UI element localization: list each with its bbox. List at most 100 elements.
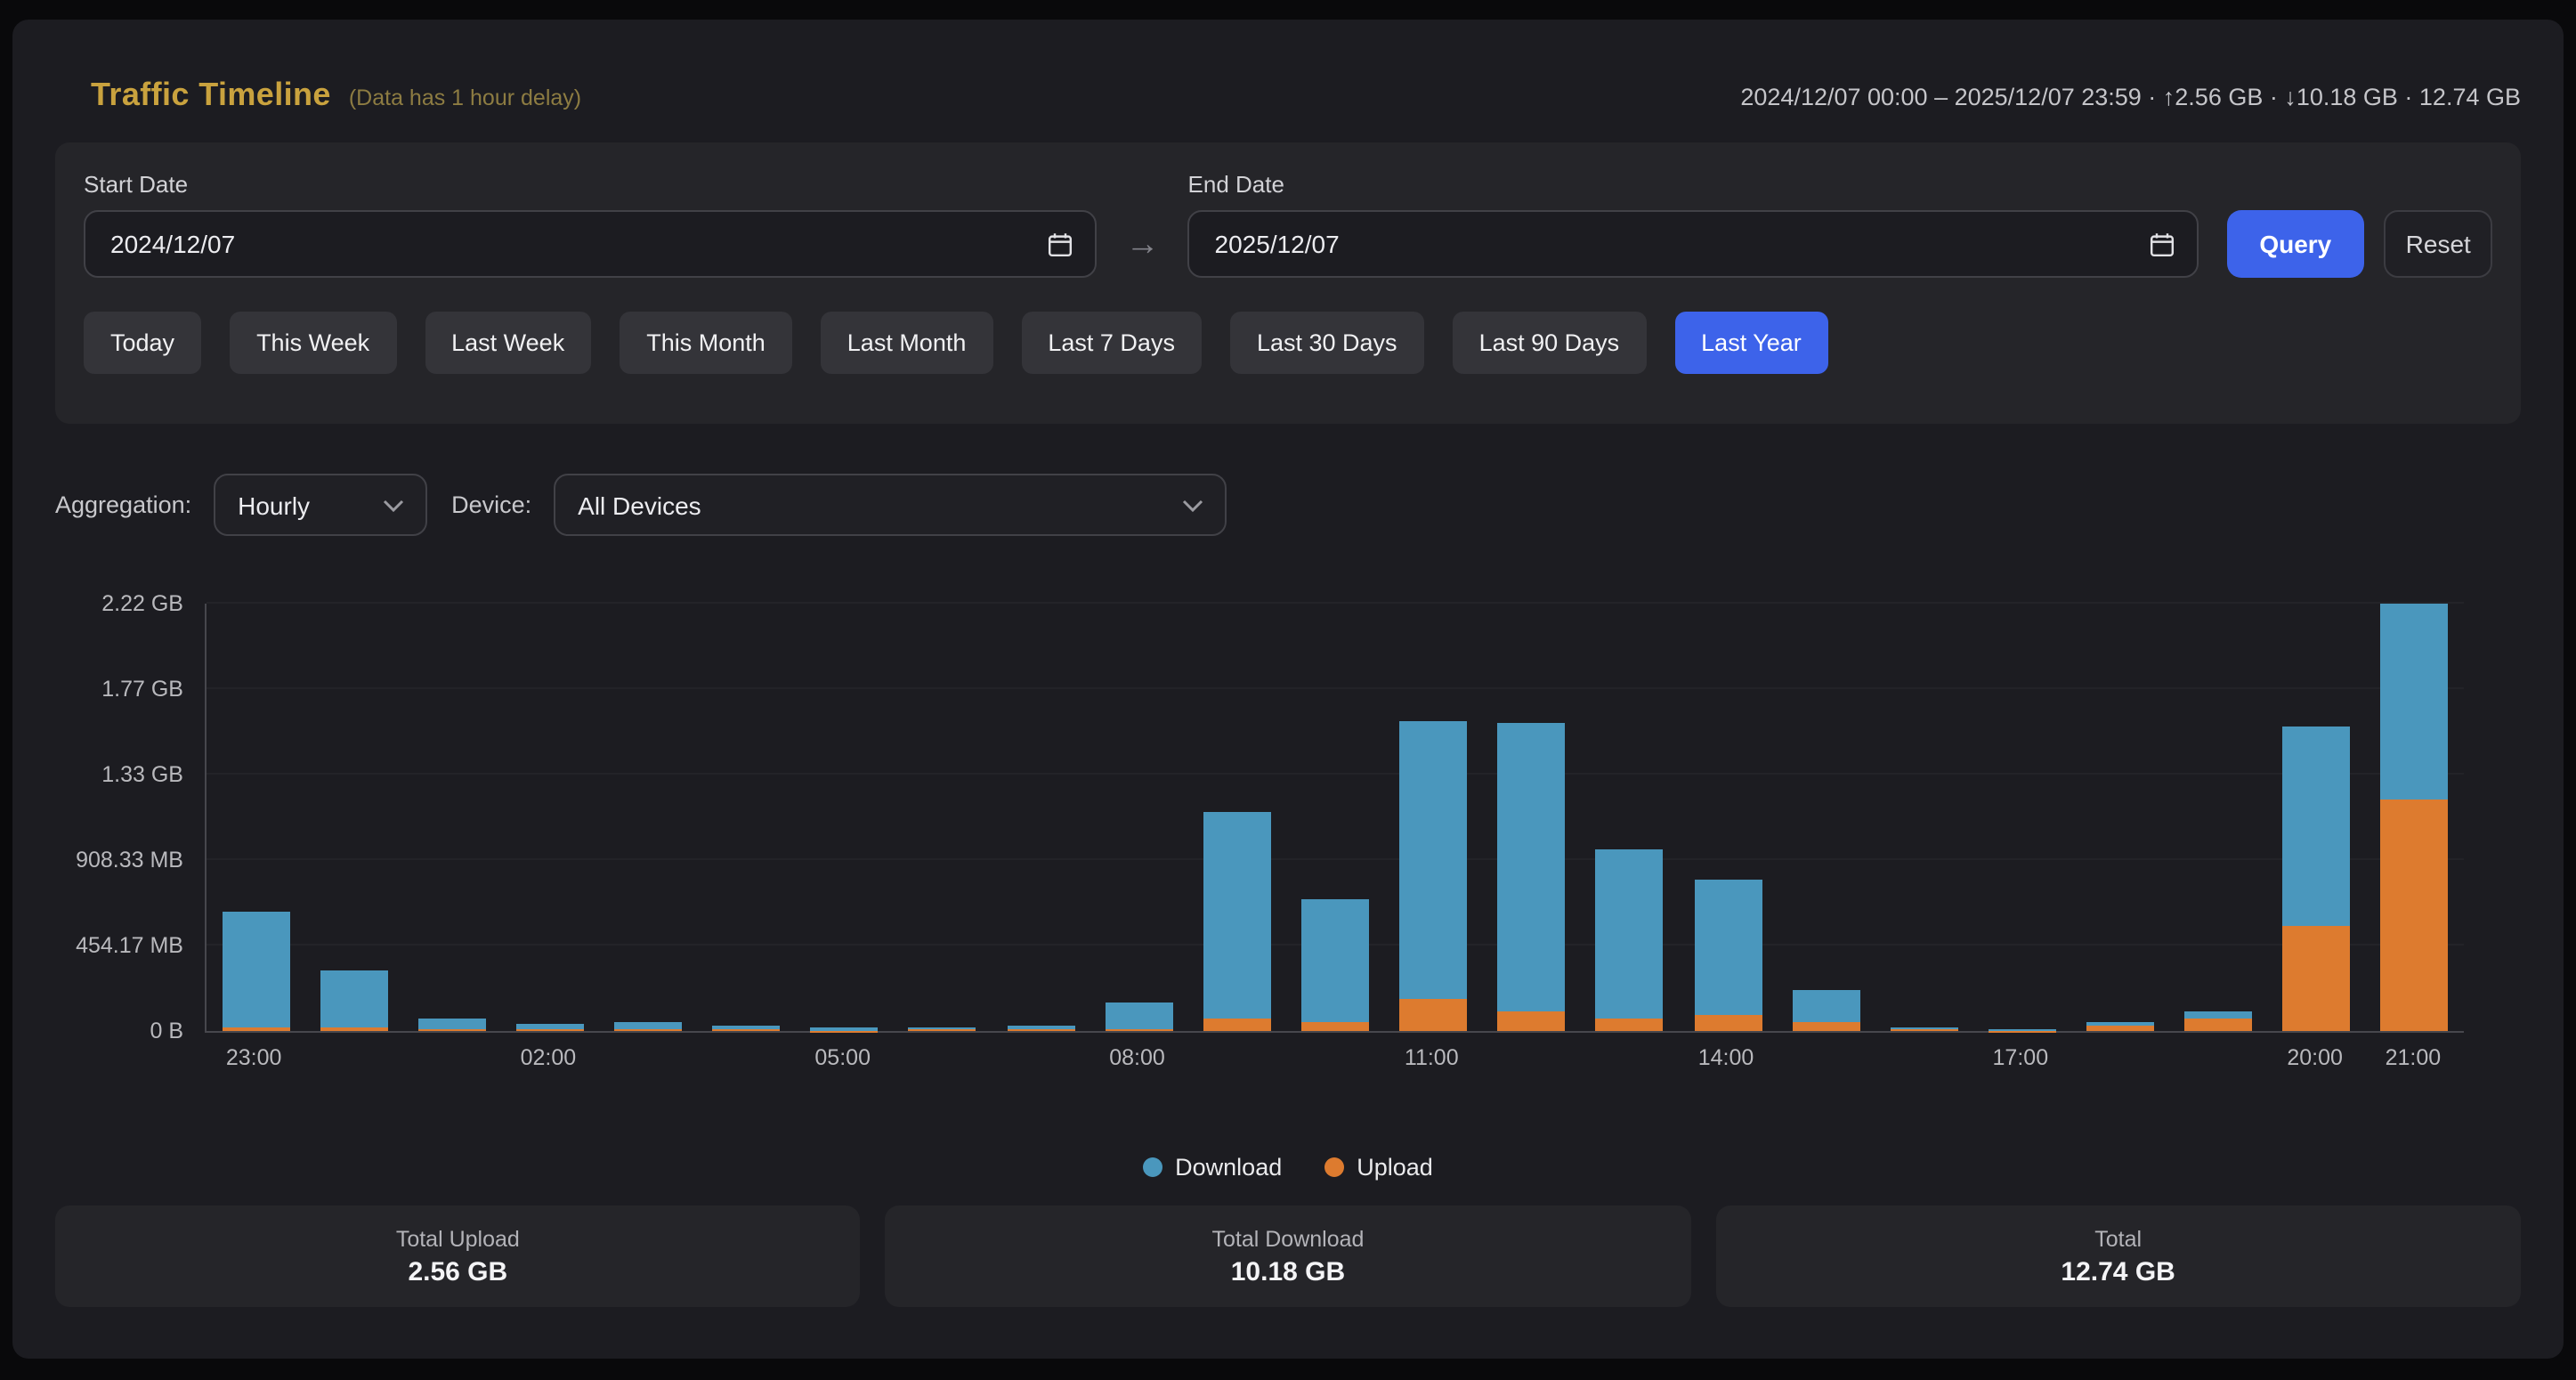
upload-segment bbox=[909, 1030, 976, 1031]
calendar-icon[interactable] bbox=[2148, 231, 2175, 257]
card-value: 10.18 GB bbox=[1231, 1256, 1345, 1287]
calendar-icon[interactable] bbox=[1048, 231, 1074, 257]
total-upload-card: Total Upload 2.56 GB bbox=[55, 1205, 861, 1307]
upload-segment bbox=[418, 1029, 486, 1031]
legend-swatch bbox=[1324, 1157, 1344, 1176]
download-segment bbox=[418, 1018, 486, 1029]
upload-segment bbox=[2086, 1025, 2154, 1031]
bar-18:00[interactable] bbox=[2086, 1023, 2154, 1031]
x-tick-label: 20:00 bbox=[2287, 1045, 2343, 1070]
bar-23:00[interactable] bbox=[222, 911, 289, 1031]
upload-segment bbox=[2184, 1019, 2252, 1031]
download-segment bbox=[1498, 722, 1566, 1012]
bar-07:00[interactable] bbox=[1007, 1027, 1074, 1031]
plot-area bbox=[205, 604, 2464, 1033]
header: Traffic Timeline (Data has 1 hour delay)… bbox=[55, 20, 2521, 114]
bar-12:00[interactable] bbox=[1498, 722, 1566, 1031]
bar-00:00[interactable] bbox=[320, 970, 387, 1031]
upload-segment bbox=[1007, 1030, 1074, 1031]
legend-item-upload[interactable]: Upload bbox=[1324, 1153, 1433, 1180]
arrow-right-icon: → bbox=[1126, 228, 1160, 262]
bar-04:00[interactable] bbox=[712, 1027, 780, 1031]
download-segment bbox=[1792, 990, 1859, 1023]
upload-segment bbox=[1498, 1012, 1566, 1031]
bar-19:00[interactable] bbox=[2184, 1011, 2252, 1031]
bar-13:00[interactable] bbox=[1596, 849, 1664, 1031]
quick-range-button-last-year[interactable]: Last Year bbox=[1674, 312, 1828, 374]
total-card: Total 12.74 GB bbox=[1715, 1205, 2521, 1307]
bar-21:00[interactable] bbox=[2381, 604, 2449, 1031]
start-date-field: Start Date 2024/12/07 bbox=[84, 171, 1098, 278]
start-date-input[interactable]: 2024/12/07 bbox=[84, 210, 1098, 278]
quick-range-button-last-90-days[interactable]: Last 90 Days bbox=[1453, 312, 1647, 374]
quick-range-button-this-month[interactable]: This Month bbox=[620, 312, 792, 374]
download-segment bbox=[1399, 720, 1467, 999]
legend-item-download[interactable]: Download bbox=[1143, 1153, 1282, 1180]
end-date-label: End Date bbox=[1188, 171, 2199, 198]
bar-14:00[interactable] bbox=[1694, 880, 1762, 1031]
quick-range-button-last-month[interactable]: Last Month bbox=[821, 312, 993, 374]
bar-06:00[interactable] bbox=[909, 1027, 976, 1031]
quick-range-button-today[interactable]: Today bbox=[84, 312, 201, 374]
chevron-down-icon bbox=[1181, 498, 1203, 512]
quick-range-button-last-week[interactable]: Last Week bbox=[425, 312, 591, 374]
end-date-field: End Date 2025/12/07 bbox=[1188, 171, 2199, 278]
gridline bbox=[207, 858, 2464, 860]
bar-02:00[interactable] bbox=[516, 1024, 584, 1031]
query-button[interactable]: Query bbox=[2226, 210, 2364, 278]
bar-09:00[interactable] bbox=[1203, 812, 1271, 1031]
bar-20:00[interactable] bbox=[2283, 727, 2351, 1031]
device-select[interactable]: All Devices bbox=[553, 474, 1226, 536]
x-tick-label: 17:00 bbox=[1993, 1045, 2049, 1070]
download-segment bbox=[2184, 1011, 2252, 1019]
bar-05:00[interactable] bbox=[811, 1027, 879, 1031]
quick-range-button-this-week[interactable]: This Week bbox=[230, 312, 396, 374]
page: Traffic Timeline (Data has 1 hour delay)… bbox=[0, 0, 2576, 1380]
upload-segment bbox=[1105, 1029, 1172, 1031]
download-segment bbox=[2283, 727, 2351, 926]
aggregation-select[interactable]: Hourly bbox=[213, 474, 426, 536]
y-tick-label: 1.77 GB bbox=[101, 677, 183, 702]
upload-segment bbox=[1792, 1023, 1859, 1032]
bar-08:00[interactable] bbox=[1105, 1002, 1172, 1031]
total-download-card: Total Download 10.18 GB bbox=[886, 1205, 1691, 1307]
upload-segment bbox=[1989, 1030, 2056, 1031]
download-segment bbox=[222, 911, 289, 1027]
y-tick-label: 2.22 GB bbox=[101, 591, 183, 616]
quick-range-button-last-30-days[interactable]: Last 30 Days bbox=[1230, 312, 1424, 374]
legend-label: Download bbox=[1175, 1153, 1282, 1180]
y-axis: 0 B454.17 MB908.33 MB1.33 GB1.77 GB2.22 … bbox=[55, 604, 183, 1031]
page-title: Traffic Timeline bbox=[91, 77, 331, 114]
end-date-input[interactable]: 2025/12/07 bbox=[1188, 210, 2199, 278]
download-segment bbox=[320, 970, 387, 1027]
start-date-value: 2024/12/07 bbox=[110, 230, 1048, 258]
upload-segment bbox=[516, 1030, 584, 1031]
traffic-chart: 0 B454.17 MB908.33 MB1.33 GB1.77 GB2.22 … bbox=[55, 557, 2521, 1084]
bar-11:00[interactable] bbox=[1399, 720, 1467, 1031]
upload-segment bbox=[614, 1030, 682, 1031]
upload-segment bbox=[320, 1027, 387, 1031]
bar-17:00[interactable] bbox=[1989, 1029, 2056, 1031]
y-tick-label: 0 B bbox=[150, 1019, 183, 1043]
bar-03:00[interactable] bbox=[614, 1023, 682, 1031]
upload-segment bbox=[1203, 1019, 1271, 1031]
bar-01:00[interactable] bbox=[418, 1018, 486, 1031]
upload-segment bbox=[1694, 1015, 1762, 1031]
bar-15:00[interactable] bbox=[1792, 990, 1859, 1031]
upload-segment bbox=[1891, 1030, 1958, 1031]
card-label: Total bbox=[2094, 1226, 2142, 1251]
delay-note: (Data has 1 hour delay) bbox=[349, 85, 581, 110]
bar-16:00[interactable] bbox=[1891, 1027, 1958, 1031]
download-segment bbox=[1105, 1002, 1172, 1029]
y-tick-label: 454.17 MB bbox=[76, 933, 183, 958]
reset-button[interactable]: Reset bbox=[2384, 210, 2492, 278]
quick-range-button-last-7-days[interactable]: Last 7 Days bbox=[1021, 312, 1202, 374]
upload-segment bbox=[1596, 1019, 1664, 1031]
x-tick-label: 05:00 bbox=[814, 1045, 871, 1070]
download-segment bbox=[1694, 880, 1762, 1015]
x-tick-label: 11:00 bbox=[1405, 1045, 1459, 1070]
bar-10:00[interactable] bbox=[1301, 900, 1369, 1032]
chevron-down-icon bbox=[382, 498, 403, 512]
gridline bbox=[207, 687, 2464, 689]
gridline bbox=[207, 773, 2464, 775]
